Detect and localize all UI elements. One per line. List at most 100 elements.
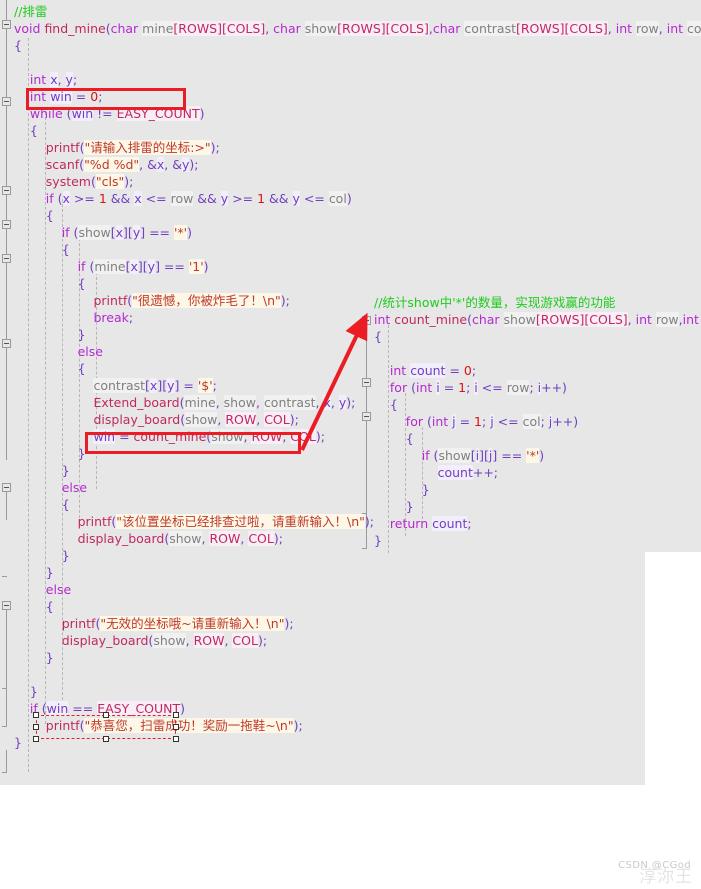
code-token-op: ); [284, 616, 294, 631]
code-token-op: ][ [123, 225, 133, 240]
code-token-var: win [50, 89, 72, 104]
fold-box-if-mine-one[interactable] [2, 254, 11, 263]
code-token-mac: [ROWS][COLS] [535, 312, 628, 327]
code-token-kw: int [682, 312, 701, 327]
code-line: } [14, 683, 701, 700]
code-token-op: ); [289, 412, 299, 427]
code-token-op: } [421, 482, 430, 497]
code-token-id: show [211, 429, 244, 444]
fold-box-while[interactable] [2, 97, 11, 106]
code-token-op: ][ [137, 259, 148, 274]
code-token-op: ); [346, 395, 356, 410]
code-line: //统计show中'*'的数量，实现游戏赢的功能 [374, 294, 701, 311]
code-token-op: ); [189, 157, 199, 172]
code-token-var: x [62, 191, 70, 206]
code-token-op: ) [203, 259, 209, 274]
code-token-op: ] = [174, 378, 198, 393]
code-block-count-mine[interactable]: //统计show中'*'的数量，实现游戏赢的功能 int count_mine(c… [374, 294, 701, 549]
code-line: if (mine[x][y] == '1') [14, 258, 701, 275]
code-token-fn: printf [61, 616, 96, 631]
code-token-id: mine [142, 21, 174, 36]
code-token-id: show [78, 225, 111, 240]
code-token-kw: return [389, 516, 433, 531]
code-token-kw: int [415, 380, 437, 395]
code-token-var: win [71, 106, 94, 121]
code-line: else [14, 581, 701, 598]
code-token-op: , [658, 21, 667, 36]
code-line: { [374, 430, 701, 447]
code-token-op: , [265, 21, 274, 36]
code-token-op: ); [210, 140, 220, 155]
code-token-chr: '*' [174, 225, 188, 240]
code-token-fn: display_board [93, 412, 181, 427]
code-token-op: ( [41, 701, 47, 716]
fold-box-find-mine[interactable] [2, 20, 11, 29]
fold-box-else-3[interactable] [2, 601, 11, 610]
code-token-mac: COL [232, 633, 258, 648]
code-token-id: show [185, 412, 218, 427]
code-token-kw: else [45, 582, 72, 597]
code-token-op: } [14, 735, 22, 750]
code-token-str: "请输入排雷的坐标:>" [84, 140, 211, 155]
code-token-chr: '*' [526, 448, 540, 463]
code-token-id: show [169, 531, 202, 546]
code-token-op: ( [57, 191, 63, 206]
code-token-fn: find_mine [44, 21, 106, 36]
code-token-op: ) [199, 106, 205, 121]
code-token-op: [ [470, 448, 476, 463]
fold-line [6, 610, 7, 688]
code-line: { [14, 207, 701, 224]
code-token-fn: printf [45, 140, 80, 155]
fold-box-else-1[interactable] [2, 339, 11, 348]
code-token-op: = [71, 89, 91, 104]
code-token-mac: ROW [193, 633, 225, 648]
code-token-var: y [147, 259, 156, 274]
code-token-kw: if [421, 448, 434, 463]
code-token-kw: int [635, 312, 656, 327]
code-token-op: , [215, 395, 224, 410]
code-token-kw: int [431, 414, 453, 429]
code-token-op: >= [69, 191, 99, 206]
code-token-op: { [61, 242, 70, 257]
code-token-id: col [522, 414, 541, 429]
code-token-var: x [323, 395, 331, 410]
code-token-kw: while [29, 106, 67, 121]
code-line: { [14, 37, 701, 54]
code-line: } [14, 564, 701, 581]
code-token-str: "恭喜您，扫雷成功！奖励一拖鞋~\n" [84, 718, 294, 733]
code-token-str: "很遗憾，你被炸毛了！\n" [132, 293, 281, 308]
code-token-op: , [256, 412, 265, 427]
fold-box-else-2[interactable] [2, 483, 11, 492]
code-line: { [14, 275, 701, 292]
code-token-fn: count_mine [133, 429, 207, 444]
code-token-op: ); [280, 293, 290, 308]
code-token-op: } [45, 650, 54, 665]
fold-line [6, 195, 7, 223]
fold-box-if-range[interactable] [2, 186, 11, 195]
code-line: } [14, 734, 701, 751]
code-token-str: "该位置坐标已经排查过啦，请重新输入！\n" [116, 514, 365, 529]
fold-box-if-show-star[interactable] [2, 220, 11, 229]
code-line: void find_mine(char mine[ROWS][COLS], ch… [14, 20, 701, 37]
fold-gutter-left[interactable] [0, 0, 14, 785]
code-token-op: ][ [157, 378, 168, 393]
code-token-op: <= [477, 380, 507, 395]
code-token-fn: printf [77, 514, 112, 529]
code-token-mac: COL [290, 429, 316, 444]
code-token-op: ; [128, 310, 134, 325]
code-token-mac: [ROWS][COLS] [173, 21, 266, 36]
